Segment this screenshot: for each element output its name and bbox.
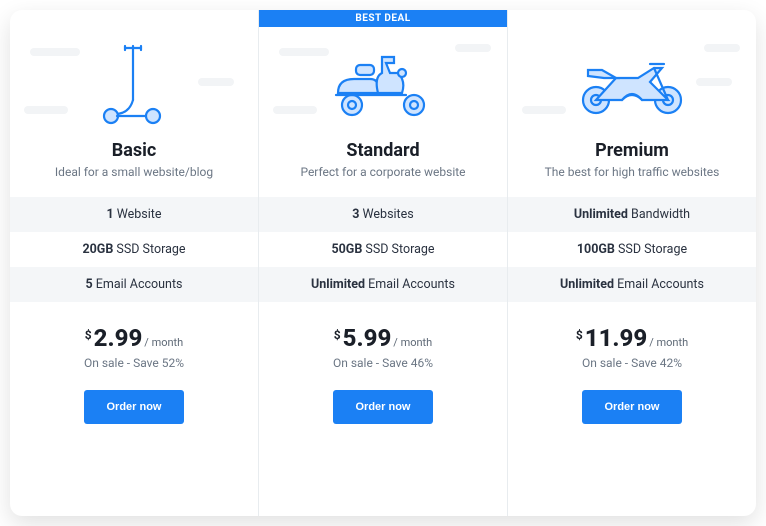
price-period: / month <box>393 336 432 349</box>
feature-item: 20GB SSD Storage <box>10 232 258 267</box>
feature-list: 1 Website 20GB SSD Storage 5 Email Accou… <box>10 197 258 302</box>
price-amount: 2.99 <box>94 324 143 352</box>
best-deal-badge: BEST DEAL <box>259 10 507 27</box>
cloud-deco <box>696 78 732 86</box>
price-block: $11.99/ month On sale - Save 42% <box>576 324 688 370</box>
motorcycle-icon <box>572 46 692 120</box>
plan-icon-area <box>508 28 756 138</box>
price-block: $2.99/ month On sale - Save 52% <box>84 324 184 370</box>
plan-subtitle: The best for high traffic websites <box>533 165 732 179</box>
scooter-icon <box>99 38 169 128</box>
feature-item: 100GB SSD Storage <box>508 232 756 267</box>
moped-icon <box>328 43 438 123</box>
plan-title: Standard <box>346 140 419 161</box>
sale-text: On sale - Save 42% <box>576 356 688 370</box>
cloud-deco <box>704 44 740 52</box>
plan-premium: Premium The best for high traffic websit… <box>507 10 756 516</box>
cloud-deco <box>455 44 491 52</box>
plan-title: Basic <box>112 140 157 161</box>
currency: $ <box>334 328 341 342</box>
cloud-deco <box>279 48 329 56</box>
price-block: $5.99/ month On sale - Save 46% <box>333 324 433 370</box>
order-button[interactable]: Order now <box>84 390 183 424</box>
price: $11.99/ month <box>576 324 688 352</box>
feature-item: Unlimited Email Accounts <box>508 267 756 302</box>
plan-basic: Basic Ideal for a small website/blog 1 W… <box>10 10 258 516</box>
order-button[interactable]: Order now <box>333 390 432 424</box>
order-button[interactable]: Order now <box>582 390 681 424</box>
feature-item: 1 Website <box>10 197 258 232</box>
plan-title: Premium <box>595 140 669 161</box>
feature-list: Unlimited Bandwidth 100GB SSD Storage Un… <box>508 197 756 302</box>
price-amount: 11.99 <box>585 324 647 352</box>
plan-standard: BEST DEAL Standard Perfect for a corpora… <box>258 10 507 516</box>
feature-item: Unlimited Email Accounts <box>259 267 507 302</box>
price-amount: 5.99 <box>343 324 392 352</box>
plan-subtitle: Perfect for a corporate website <box>288 165 477 179</box>
cloud-deco <box>273 106 317 114</box>
price: $2.99/ month <box>84 324 184 352</box>
sale-text: On sale - Save 46% <box>333 356 433 370</box>
feature-item: 3 Websites <box>259 197 507 232</box>
plan-subtitle: Ideal for a small website/blog <box>43 165 225 179</box>
feature-list: 3 Websites 50GB SSD Storage Unlimited Em… <box>259 197 507 302</box>
price-period: / month <box>649 336 688 349</box>
plan-icon-area <box>10 28 258 138</box>
plan-icon-area <box>259 28 507 138</box>
currency: $ <box>576 328 583 342</box>
price-period: / month <box>144 336 183 349</box>
cloud-deco <box>198 78 234 86</box>
feature-item: 5 Email Accounts <box>10 267 258 302</box>
feature-item: 50GB SSD Storage <box>259 232 507 267</box>
cloud-deco <box>24 106 68 114</box>
cloud-deco <box>522 106 566 114</box>
price: $5.99/ month <box>333 324 433 352</box>
currency: $ <box>85 328 92 342</box>
feature-item: Unlimited Bandwidth <box>508 197 756 232</box>
sale-text: On sale - Save 52% <box>84 356 184 370</box>
pricing-table: Basic Ideal for a small website/blog 1 W… <box>10 10 756 516</box>
cloud-deco <box>30 48 80 56</box>
